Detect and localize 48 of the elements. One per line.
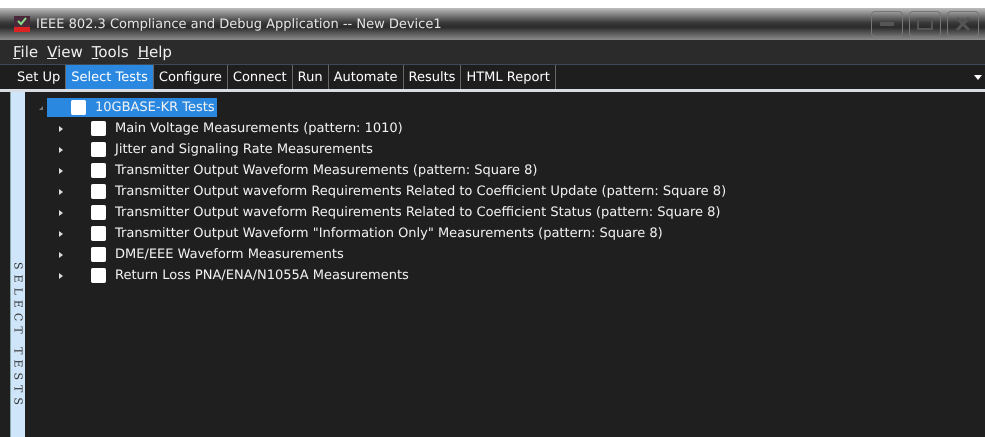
dropdown-arrow-icon[interactable]	[974, 75, 982, 80]
minimize-button[interactable]	[871, 11, 903, 37]
tab[interactable]: Results	[404, 65, 462, 89]
app-icon	[14, 16, 30, 32]
tree-item-label[interactable]: Transmitter Output Waveform "Information Only" Measurements (pattern: Square 8)	[115, 226, 663, 241]
tree-item-label[interactable]: DME/EEE Waveform Measurements	[115, 247, 344, 262]
tab[interactable]: Connect	[228, 65, 293, 89]
tab[interactable]: Configure	[154, 65, 228, 89]
maximize-icon	[917, 18, 933, 30]
menu-item[interactable]: View	[47, 43, 83, 61]
checkbox[interactable]	[91, 226, 106, 241]
menu-item[interactable]: Tools	[92, 43, 129, 61]
expand-arrow-icon[interactable]	[57, 188, 65, 196]
tree-item-label[interactable]: Transmitter Output waveform Requirements Related to Coefficient Status (pattern: Square 8)	[115, 205, 720, 220]
tree-item-label[interactable]: Transmitter Output waveform Requirements Related to Coefficient Update (pattern: Square 8)	[115, 184, 726, 199]
checkbox[interactable]	[91, 247, 106, 262]
tab[interactable]: Automate	[328, 65, 404, 89]
maximize-button[interactable]	[909, 11, 941, 37]
window-title: IEEE 802.3 Compliance and Debug Application -- New Device1	[36, 16, 443, 32]
expand-arrow-icon[interactable]	[57, 272, 65, 280]
checkbox[interactable]	[71, 100, 86, 115]
expand-arrow-icon[interactable]	[57, 208, 65, 216]
collapse-arrow-icon[interactable]	[37, 104, 45, 112]
tree-item-label[interactable]: Return Loss PNA/ENA/N1055A Measurements	[115, 268, 409, 283]
menu-item[interactable]: Help	[138, 43, 172, 61]
minimize-icon	[880, 22, 894, 26]
side-panel-tab[interactable]: SELECT TESTS	[10, 92, 25, 437]
expand-arrow-icon[interactable]	[57, 124, 65, 132]
checkbox[interactable]	[91, 121, 106, 136]
expand-arrow-icon[interactable]	[57, 230, 65, 238]
tab[interactable]: Run	[292, 65, 329, 89]
tab[interactable]: Select Tests	[66, 65, 154, 89]
tree-item-label[interactable]: Main Voltage Measurements (pattern: 1010)	[115, 121, 403, 136]
checkbox[interactable]	[91, 184, 106, 199]
expand-arrow-icon[interactable]	[57, 250, 65, 258]
checkbox[interactable]	[91, 205, 106, 220]
side-label: SELECT TESTS	[12, 262, 24, 412]
close-button[interactable]	[947, 11, 979, 37]
tree-item-label[interactable]: Transmitter Output Waveform Measurements (pattern: Square 8)	[115, 163, 538, 178]
checkbox[interactable]	[91, 142, 106, 157]
menu-item[interactable]: File	[13, 43, 38, 61]
expand-arrow-icon[interactable]	[57, 146, 65, 154]
close-icon	[956, 17, 970, 31]
checkbox[interactable]	[91, 268, 106, 283]
expand-arrow-icon[interactable]	[57, 166, 65, 174]
checkbox[interactable]	[91, 163, 106, 178]
tab[interactable]: HTML Report	[461, 65, 556, 89]
tree-item-label[interactable]: Jitter and Signaling Rate Measurements	[115, 142, 373, 157]
